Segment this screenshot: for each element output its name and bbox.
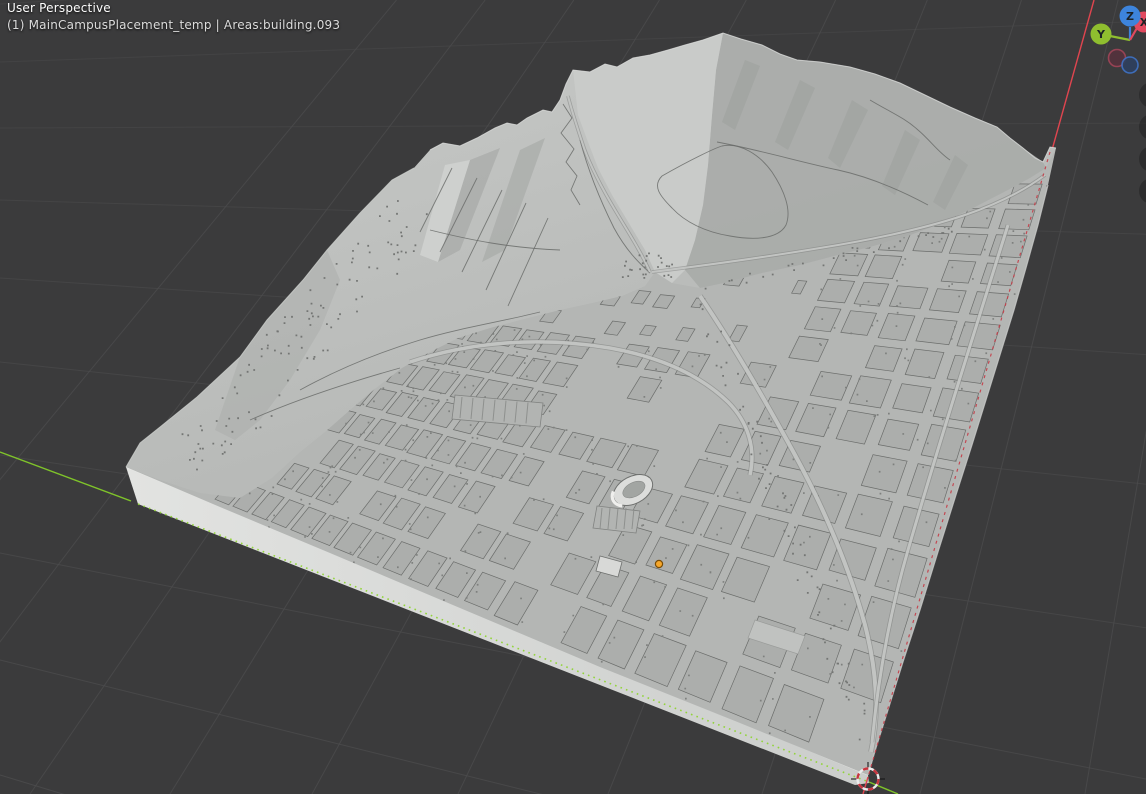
gizmo-axis-z-negative-button[interactable] xyxy=(1122,57,1138,73)
viewport-3d-canvas[interactable]: X Y Z xyxy=(0,0,1146,794)
gizmo-axis-y-button[interactable]: Y xyxy=(1091,24,1112,45)
svg-text:Y: Y xyxy=(1096,28,1106,41)
object-origin-marker xyxy=(655,560,662,567)
svg-text:X: X xyxy=(1140,16,1146,29)
active-object-label: (1) MainCampusPlacement_temp | Areas:bui… xyxy=(7,18,340,32)
gizmo-axis-z-button[interactable]: Z xyxy=(1120,6,1141,27)
blender-viewport[interactable]: X Y Z User Perspective (1) MainCampusPlace… xyxy=(0,0,1146,794)
view-perspective-label: User Perspective xyxy=(7,1,111,15)
svg-text:Z: Z xyxy=(1126,10,1134,23)
